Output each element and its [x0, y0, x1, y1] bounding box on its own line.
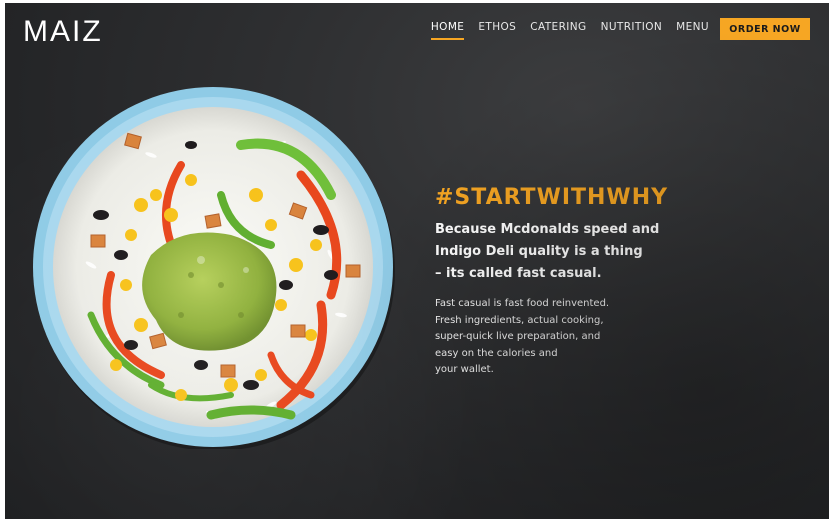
hero-description-line: super-quick live preparation, and [435, 331, 601, 342]
logo-text: MAIZ [23, 15, 103, 48]
nav-item-nutrition[interactable]: NUTRITION [601, 21, 663, 40]
hero-lead-line: Indigo Deli quality is a thing [435, 244, 643, 259]
nav-item-menu[interactable]: MENU [676, 21, 709, 40]
hero-section: MAIZ HOME ETHOS CATERING NUTRITION MENU … [5, 3, 829, 519]
nav-item-catering[interactable]: CATERING [530, 21, 586, 40]
hero-description-line: easy on the calories and [435, 347, 558, 359]
hero-description-line: Fast casual is fast food reinvented. [435, 298, 610, 309]
order-now-button[interactable]: ORDER NOW [720, 18, 810, 40]
main-nav: HOME ETHOS CATERING NUTRITION MENU [430, 21, 709, 40]
hero-lead: Because Mcdonalds speed and Indigo Deli … [435, 219, 685, 285]
hero-lead-line: Because Mcdonalds speed and [435, 222, 660, 237]
nav-item-home[interactable]: HOME [430, 21, 465, 40]
burrito-bowl-image [33, 87, 395, 449]
hero-description: Fast casual is fast food reinvented. Fre… [435, 296, 645, 379]
nav-item-ethos[interactable]: ETHOS [478, 21, 516, 40]
hero-description-line: your wallet. [435, 364, 494, 375]
hero-hashtag: #STARTWITHWHY [435, 185, 669, 210]
hero-description-line: Fresh ingredients, actual cooking, [435, 314, 604, 326]
hero-lead-line: – its called fast casual. [435, 266, 602, 281]
logo[interactable]: MAIZ [23, 15, 103, 49]
